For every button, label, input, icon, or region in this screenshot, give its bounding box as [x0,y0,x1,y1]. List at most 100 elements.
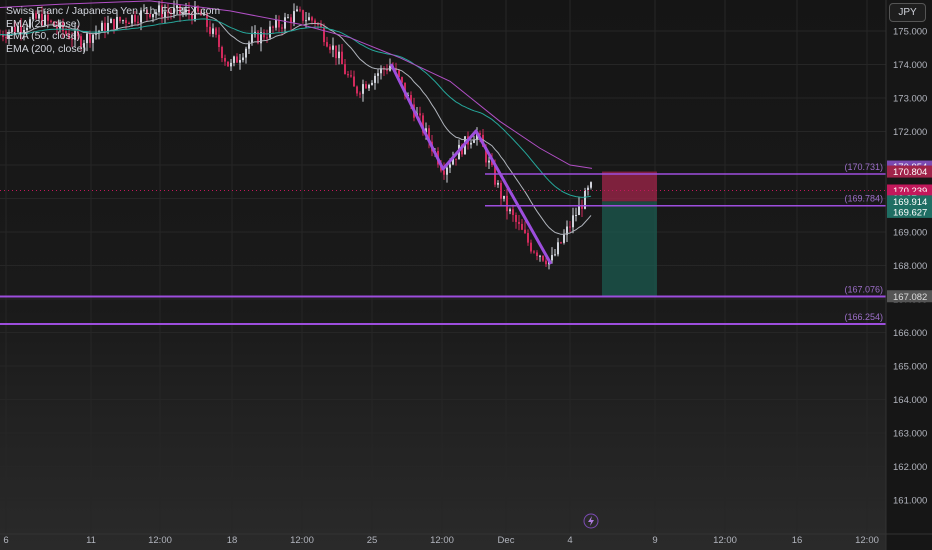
candle-body [365,84,367,89]
x-tick-label: 12:00 [713,535,737,546]
candle-body [515,214,517,222]
currency-button[interactable]: JPY [889,3,926,22]
candle-body [359,93,361,95]
candle-body [506,195,508,212]
candle-body [224,58,226,62]
y-tick-label: 161.000 [893,496,927,507]
level-label: (170.731) [844,162,883,172]
candle-body [497,182,499,185]
candle-body [503,195,505,199]
candle-body [377,73,379,76]
candle-body [449,164,451,168]
candle-body [587,187,589,191]
x-tick-label: Dec [498,535,515,546]
candle-body [227,61,229,67]
candle-body [512,209,514,215]
candle-body [308,17,310,21]
candle-body [527,233,529,243]
y-tick-label: 164.000 [893,395,927,406]
x-tick-label: 6 [3,535,8,546]
candle-body [344,64,346,75]
candle-body [374,75,376,83]
candle-body [353,76,355,87]
x-tick-label: 12:00 [148,535,172,546]
x-tick-label: 16 [792,535,803,546]
candle-body [233,56,235,63]
candle-body [551,255,553,261]
y-tick-label: 162.000 [893,462,927,473]
candle-body [293,11,295,23]
candle-body [368,84,370,89]
candle-body [281,27,283,29]
candle-body [332,45,334,50]
candle-body [563,234,565,243]
y-tick-label: 172.000 [893,127,927,138]
x-tick-label: 12:00 [290,535,314,546]
candle-body [572,215,574,228]
candle-body [446,167,448,175]
candle-body [311,17,313,21]
y-tick-label: 168.000 [893,261,927,272]
candle-body [287,17,289,19]
candle-body [536,252,538,256]
candle-body [554,254,556,256]
candle-body [545,260,547,265]
candle-body [350,75,352,77]
candle-body [542,255,544,261]
x-tick-label: 12:00 [855,535,879,546]
level-label: (169.784) [844,194,883,204]
candle-body [266,37,268,39]
candle-body [539,255,541,257]
candle-body [278,20,280,28]
candle-body [590,182,592,188]
candle-body [299,9,301,11]
candle-body [275,20,277,28]
candle-body [221,46,223,59]
y-tick-label: 173.000 [893,94,927,105]
legend-ema200[interactable]: EMA (200, close) [6,43,220,56]
x-tick-label: 9 [652,535,657,546]
candle-body [488,160,490,163]
candle-body [251,34,253,43]
candle-body [284,17,286,29]
level-label: (166.254) [844,312,883,322]
y-tick-label: 165.000 [893,362,927,373]
legend-symbol[interactable]: Swiss Franc / Japanese Yen, 1h, FOREX.co… [6,5,220,18]
price-tag-label: 170.804 [893,167,927,178]
stop-loss-zone[interactable] [602,171,657,202]
legend-ema20[interactable]: EMA (20, close) [6,18,220,31]
candle-body [335,45,337,59]
chart-legend: Swiss Franc / Japanese Yen, 1h, FOREX.co… [6,5,220,55]
y-tick-label: 163.000 [893,429,927,440]
candle-body [269,26,271,38]
y-tick-label: 169.000 [893,228,927,239]
candle-body [242,57,244,61]
price-tag-label: 167.082 [893,292,927,303]
price-chart[interactable]: (170.731) (169.784) (167.076) (166.254) 161.… [0,0,932,550]
x-tick-label: 12:00 [430,535,454,546]
x-tick-label: 11 [86,535,96,546]
x-tick-label: 4 [567,535,572,546]
chart-area[interactable]: (170.731) (169.784) (167.076) (166.254) 161.… [0,0,932,550]
y-tick-label: 166.000 [893,328,927,339]
candle-body [272,26,274,28]
candle-body [386,69,388,71]
candle-body [530,242,532,252]
candle-body [263,32,265,38]
candle-body [560,242,562,244]
take-profit-zone[interactable] [602,201,657,297]
price-tag-label: 169.627 [893,207,927,218]
legend-ema50[interactable]: EMA (50, close) [6,30,220,43]
candle-body [455,158,457,160]
candle-body [341,51,343,65]
candle-body [347,74,349,76]
candle-body [239,60,241,63]
y-tick-label: 175.000 [893,27,927,38]
candle-body [470,142,472,145]
candle-body [578,205,580,216]
candle-body [236,56,238,63]
candle-body [371,82,373,85]
level-label: (167.076) [844,284,883,294]
candle-body [338,51,340,59]
x-tick-label: 18 [227,535,238,546]
